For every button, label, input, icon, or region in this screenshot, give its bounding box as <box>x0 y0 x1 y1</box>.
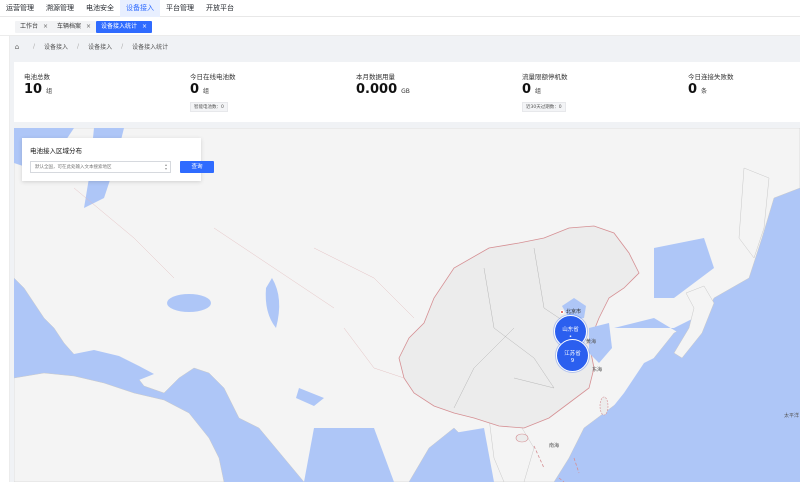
stat-unit: 组 <box>203 88 210 95</box>
map-label-pacific: 太平洋 <box>784 413 800 419</box>
stat-value: 10 组 <box>24 82 53 97</box>
breadcrumb: ⌂ / 设备接入 / 设备接入 / 设备接入统计 <box>10 38 168 55</box>
stat-sub-badge: 智能电池数：0 <box>190 102 228 112</box>
map-label-beijing: 北京市 <box>566 309 582 315</box>
nav-item-device-access[interactable]: 设备接入 <box>120 0 160 17</box>
stat-value: 0组 <box>522 82 542 97</box>
query-panel-title: 电池接入区域分布 <box>30 147 82 155</box>
stat-label: 今日连接失败数 <box>688 73 734 81</box>
landmass-africa <box>14 372 225 482</box>
breadcrumb-separator: / <box>121 43 124 50</box>
map-label-south-sea: 南海 <box>549 443 560 449</box>
nav-item-operations[interactable]: 运营管理 <box>0 0 40 17</box>
left-sidebar-strip <box>0 17 10 482</box>
breadcrumb-separator: / <box>33 43 36 50</box>
nav-item-traceability[interactable]: 溯源管理 <box>40 0 80 17</box>
map-canvas <box>14 128 800 482</box>
stat-sub-badge: 近30天过期数：0 <box>522 102 566 112</box>
stat-unit: 条 <box>701 88 708 95</box>
home-icon[interactable]: ⌂ <box>10 43 24 51</box>
map-label-yellow-sea: 黄海 <box>586 339 597 345</box>
breadcrumb-separator: / <box>77 43 80 50</box>
breadcrumb-item[interactable]: 设备接入 <box>44 42 68 51</box>
map-label-east-sea: 东海 <box>592 367 603 373</box>
tab-label: 工作台 <box>20 23 39 30</box>
select-stepper-icon[interactable]: ▴ ▾ <box>165 163 167 171</box>
tab-label: 设备接入统计 <box>101 23 138 30</box>
bubble-province-name: 山东省 <box>562 327 579 333</box>
breadcrumb-current: 设备接入统计 <box>132 44 169 51</box>
bubble-count: 9 <box>570 358 575 364</box>
query-button[interactable]: 查询 <box>180 161 214 173</box>
region-search-input[interactable] <box>30 161 171 173</box>
nav-item-battery-safety[interactable]: 电池安全 <box>80 0 120 17</box>
stat-unit: 组 <box>46 88 53 95</box>
tab-label: 车辆档案 <box>57 23 82 30</box>
stat-label: 本月数据用量 <box>356 73 395 81</box>
capital-marker-icon <box>560 310 564 314</box>
query-panel: 电池接入区域分布 ▴▾ 查询 <box>22 138 214 181</box>
stat-value: 0.000 GB <box>356 82 410 97</box>
stat-label: 电池总数 <box>24 73 50 81</box>
region-distribution-map[interactable]: 北京市 黄海 东海 南海 太平洋 <box>14 128 800 482</box>
stat-unit: 组 <box>535 88 542 95</box>
island-taiwan <box>599 396 609 416</box>
island-hainan <box>515 433 529 443</box>
close-icon[interactable]: × <box>142 21 147 33</box>
sea-black <box>167 294 211 312</box>
stats-card: 电池总数 10 组 今日在线电池数 0组 智能电池数：0 本月数据用量 0.000… <box>14 62 800 122</box>
stat-label: 今日在线电池数 <box>190 73 236 81</box>
tab-vehicle-archive[interactable]: 车辆档案 × <box>52 21 97 33</box>
breadcrumb-item[interactable]: 设备接入 <box>88 42 112 51</box>
stat-label: 流量限额停机数 <box>522 73 568 81</box>
tab-bar: 工作台 × 车辆档案 × 设备接入统计 × <box>0 17 800 36</box>
close-icon[interactable]: × <box>86 21 91 33</box>
stat-value: 0组 <box>190 82 210 97</box>
tab-workbench[interactable]: 工作台 × <box>15 21 54 33</box>
nav-item-platform-management[interactable]: 平台管理 <box>160 0 200 17</box>
bubble-province-name: 江苏省 <box>564 351 581 357</box>
stat-value: 0条 <box>688 82 708 97</box>
stat-unit: GB <box>401 88 410 95</box>
top-nav: 运营管理 溯源管理 电池安全 设备接入 平台管理 开放平台 <box>0 0 800 17</box>
tab-device-access-stats[interactable]: 设备接入统计 × <box>96 21 153 33</box>
close-icon[interactable]: × <box>43 21 48 33</box>
map-bubble-jiangsu[interactable]: 江苏省 9 <box>556 339 589 372</box>
nav-item-open-platform[interactable]: 开放平台 <box>200 0 240 17</box>
